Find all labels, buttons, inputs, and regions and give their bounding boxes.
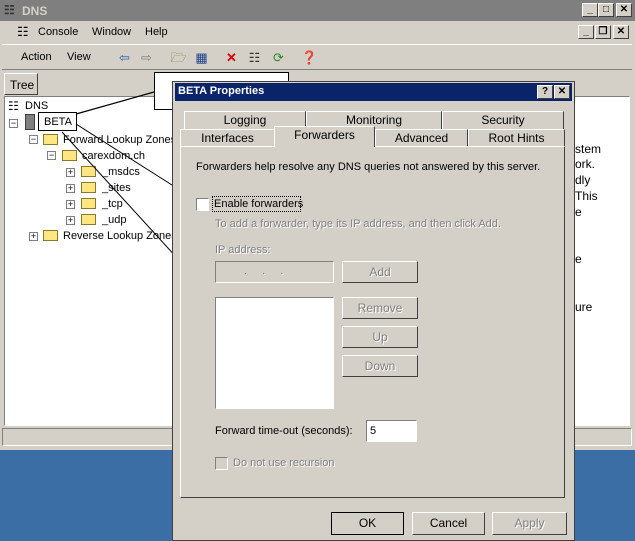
timeout-label: Forward time-out (seconds): xyxy=(215,425,353,437)
tab-label: Forwarders xyxy=(294,128,355,142)
cancel-button-label: Cancel xyxy=(429,516,468,530)
forwarder-instruction: To add a forwarder, type its IP address,… xyxy=(215,218,501,230)
tab-label: Root Hints xyxy=(488,131,545,145)
ip-address-input[interactable]: . . . xyxy=(215,261,334,283)
apply-button-label: Apply xyxy=(514,516,545,530)
tab-label: Security xyxy=(481,113,525,127)
apply-button[interactable]: Apply xyxy=(492,512,567,535)
tab-forwarders[interactable]: Forwarders xyxy=(274,126,375,147)
ip-address-dots: . . . xyxy=(244,265,290,277)
remove-button[interactable]: Remove xyxy=(342,297,418,319)
tab-interfaces[interactable]: Interfaces xyxy=(180,129,275,147)
tab-root-hints[interactable]: Root Hints xyxy=(468,129,565,147)
up-button[interactable]: Up xyxy=(342,326,418,348)
down-button-label: Down xyxy=(364,359,396,373)
dialog-titlebar[interactable]: BETA Properties ? ✕ xyxy=(175,83,572,101)
down-button[interactable]: Down xyxy=(342,355,418,377)
dialog-title: BETA Properties xyxy=(178,85,265,97)
tab-label: Monitoring xyxy=(345,113,403,127)
enable-forwarders-checkbox[interactable] xyxy=(196,198,209,211)
forwarder-ip-list[interactable] xyxy=(215,297,334,409)
remove-button-label: Remove xyxy=(357,301,403,315)
tab-label: Logging xyxy=(223,113,267,127)
no-recursion-checkbox[interactable] xyxy=(215,457,228,470)
timeout-value: 5 xyxy=(370,425,377,437)
ip-address-label: IP address: xyxy=(215,244,271,256)
selected-tab-join xyxy=(275,145,374,148)
add-button-label: Add xyxy=(369,265,391,279)
dialog-close-button[interactable]: ✕ xyxy=(554,85,570,99)
no-recursion-label: Do not use recursion xyxy=(233,457,335,469)
ok-button[interactable]: OK xyxy=(331,512,404,535)
ok-button-label: OK xyxy=(358,516,377,530)
enable-forwarders-label[interactable]: Enable forwarders xyxy=(214,198,303,210)
tab-label: Advanced xyxy=(394,131,449,145)
timeout-input[interactable]: 5 xyxy=(366,420,417,442)
dialog-help-button[interactable]: ? xyxy=(537,85,553,99)
tab-advanced[interactable]: Advanced xyxy=(375,129,468,147)
cancel-button[interactable]: Cancel xyxy=(412,512,485,535)
add-button[interactable]: Add xyxy=(342,261,418,283)
up-button-label: Up xyxy=(372,330,388,344)
tab-label: Interfaces xyxy=(201,131,254,145)
tab-security[interactable]: Security xyxy=(442,111,564,129)
forwarders-description: Forwarders help resolve any DNS queries … xyxy=(196,161,541,173)
